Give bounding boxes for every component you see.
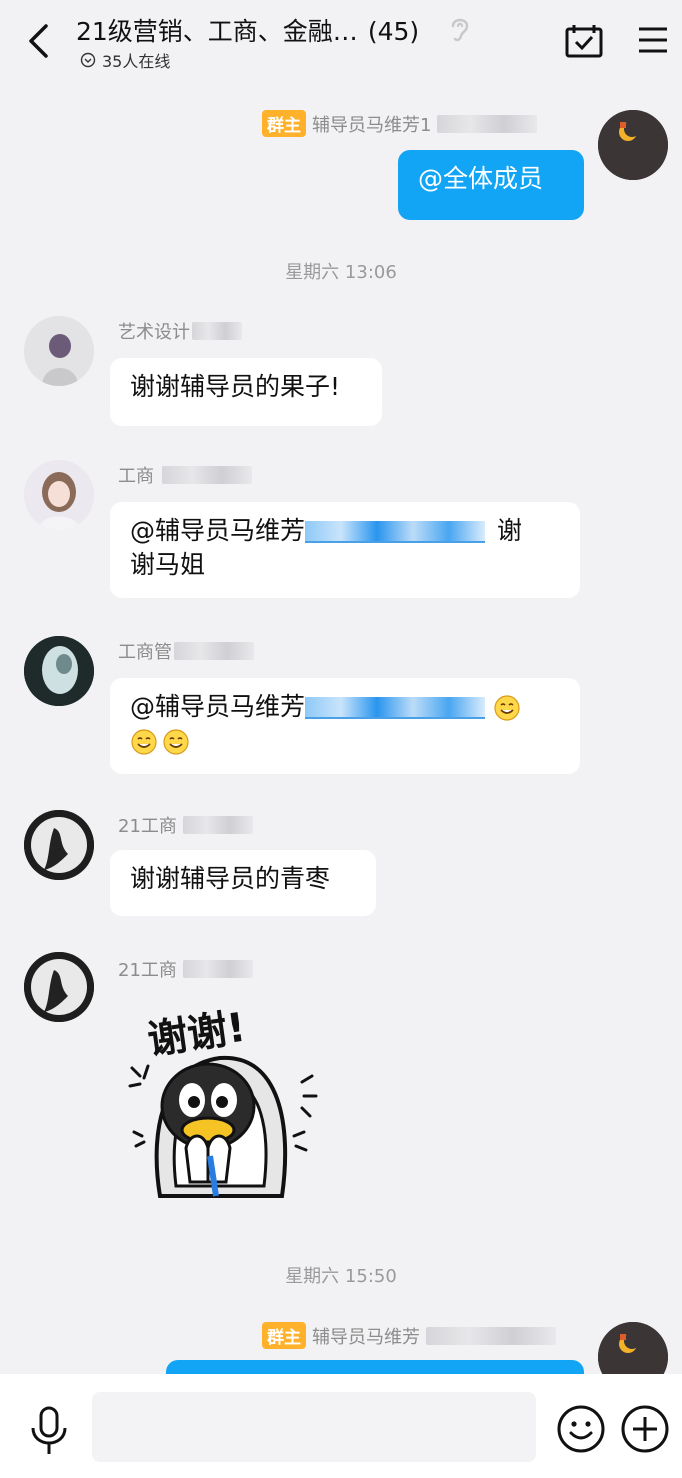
message-bubble[interactable]: @辅导员马维芳 谢 谢马姐 xyxy=(110,502,580,598)
chevron-circle-icon xyxy=(80,52,96,68)
grinning-face-emoji xyxy=(131,729,157,755)
sender-label: 艺术设计 xyxy=(118,322,190,343)
blurred-text xyxy=(162,466,252,484)
menu-icon[interactable] xyxy=(638,26,668,54)
message-bubble[interactable]: 谢谢辅导员的青枣 xyxy=(110,850,376,916)
blurred-text xyxy=(182,816,253,834)
timestamp: 星期六 13:06 xyxy=(285,262,397,283)
owner-badge: 群主 xyxy=(262,1322,306,1349)
mention-text: @辅导员马维芳 xyxy=(130,692,306,721)
mention-text: @辅导员马维芳 xyxy=(130,516,306,545)
person-avatar-icon xyxy=(24,316,94,386)
sticker-caption: 谢谢! xyxy=(145,1005,249,1064)
sender-name: 工商管 xyxy=(118,638,254,664)
message-bubble[interactable]: 谢谢辅导员的果子! xyxy=(110,358,382,426)
sender-label: 辅导员马维芳1 xyxy=(312,114,432,136)
grinning-face-emoji xyxy=(163,729,189,755)
owner-badge: 群主 xyxy=(262,110,306,137)
plus-icon[interactable] xyxy=(620,1404,670,1454)
message-input[interactable] xyxy=(92,1392,536,1462)
avatar[interactable] xyxy=(24,316,94,386)
penguin-sticker[interactable]: 谢谢! xyxy=(120,996,330,1222)
sender-name: 群主 辅导员马维芳 xyxy=(262,1322,556,1349)
back-arrow-icon[interactable] xyxy=(22,22,56,60)
message-text: 谢谢辅导员的果子! xyxy=(130,372,341,401)
sender-name: 艺术设计 xyxy=(118,318,242,344)
sender-name: 工商 xyxy=(118,462,252,488)
moon-avatar-icon xyxy=(598,110,668,180)
group-title[interactable]: 21级营销、工商、金融… (45) xyxy=(76,12,419,48)
mention-link[interactable] xyxy=(305,521,486,543)
grinning-face-emoji xyxy=(494,695,520,721)
blurred-text xyxy=(174,642,254,660)
input-bar xyxy=(0,1374,682,1478)
message-bubble[interactable]: @辅导员马维芳 xyxy=(110,678,580,774)
microphone-icon[interactable] xyxy=(28,1406,70,1456)
blurred-text xyxy=(437,114,538,133)
avatar[interactable] xyxy=(598,110,668,180)
calendar-check-icon[interactable] xyxy=(565,24,603,58)
penguin-thanks-icon: 谢谢! xyxy=(128,1005,318,1198)
sender-label: 21工商 xyxy=(118,960,177,981)
chat-header: 21级营销、工商、金融… (45) 35人在线 xyxy=(0,0,682,86)
message-text: 谢谢辅导员的青枣 xyxy=(130,864,331,893)
avatar[interactable] xyxy=(24,810,94,880)
blurred-text xyxy=(192,322,242,340)
sender-label: 工商管 xyxy=(118,642,172,663)
sender-name: 21工商 xyxy=(118,956,253,982)
sender-name: 21工商 xyxy=(118,812,253,838)
sender-label: 工商 xyxy=(118,466,154,487)
emoji-icon[interactable] xyxy=(556,1404,606,1454)
silhouette-avatar-icon xyxy=(24,952,94,1022)
figure-avatar-icon xyxy=(24,636,94,706)
online-count: 35人在线 xyxy=(102,52,171,71)
member-count: (45) xyxy=(367,17,420,46)
message-text: 谢 xyxy=(497,516,523,545)
sender-label: 21工商 xyxy=(118,816,177,837)
timestamp: 星期六 15:50 xyxy=(285,1266,397,1287)
ear-icon xyxy=(451,18,469,42)
girl-avatar-icon xyxy=(24,460,94,530)
sender-name: 群主 辅导员马维芳1 xyxy=(262,110,538,137)
blurred-text xyxy=(426,1326,556,1345)
blurred-text xyxy=(182,960,253,978)
sender-label: 辅导员马维芳 xyxy=(312,1326,420,1348)
avatar[interactable] xyxy=(24,952,94,1022)
message-text: 谢马姐 xyxy=(130,550,206,579)
avatar[interactable] xyxy=(24,460,94,530)
mention-link[interactable] xyxy=(305,697,486,719)
online-status[interactable]: 35人在线 xyxy=(80,48,170,72)
message-text: @全体成员 xyxy=(418,164,544,193)
message-bubble[interactable]: @全体成员 xyxy=(398,150,584,220)
silhouette-avatar-icon xyxy=(24,810,94,880)
avatar[interactable] xyxy=(24,636,94,706)
group-name: 21级营销、工商、金融… xyxy=(76,17,358,46)
